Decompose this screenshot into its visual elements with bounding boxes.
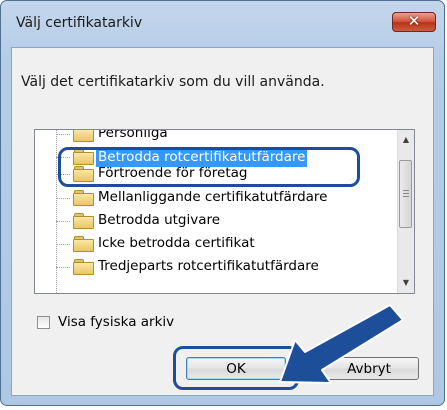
cancel-button[interactable]: Avbryt [319,357,419,380]
show-physical-stores-checkbox[interactable] [37,316,50,329]
tree-item-label: Icke betrodda certifikat [98,235,255,251]
dialog-title: Välj certifikatarkiv [16,15,143,31]
tree-item-mellanliggande[interactable]: Mellanliggande certifikatutfärdare [35,188,397,208]
folder-icon [73,236,94,252]
tree-item-label: Mellanliggande certifikatutfärdare [98,189,328,205]
tree-item-icke-betrodda[interactable]: Icke betrodda certifikat [35,234,397,254]
selection-callout-outline [58,147,360,187]
folder-icon [73,130,94,142]
tree-item-tredjeparts[interactable]: Tredjeparts rotcertifikatutfärdare [35,257,397,277]
instruction-text: Välj det certifikatarkiv som du vill anv… [21,74,325,90]
scrollbar-thumb[interactable] [399,160,412,228]
scroll-down-icon[interactable]: ▼ [398,275,414,291]
tree-item-label: Tredjeparts rotcertifikatutfärdare [98,258,319,274]
tree-item-personliga[interactable]: Personliga [35,129,397,144]
folder-icon [73,213,94,229]
tree-scrollbar[interactable]: ▲ ▼ [397,130,414,293]
scroll-up-icon[interactable]: ▲ [398,132,414,148]
close-icon: ✕ [407,12,421,30]
folder-icon [73,190,94,206]
tree-item-betrodda-utgivare[interactable]: Betrodda utgivare [35,211,397,231]
tree-item-label: Personliga [98,129,168,141]
checkbox-label: Visa fysiska arkiv [58,314,175,330]
close-button[interactable]: ✕ [392,12,436,32]
folder-icon [73,259,94,275]
tree-item-label: Betrodda utgivare [98,212,221,228]
ok-callout-outline [173,346,299,390]
